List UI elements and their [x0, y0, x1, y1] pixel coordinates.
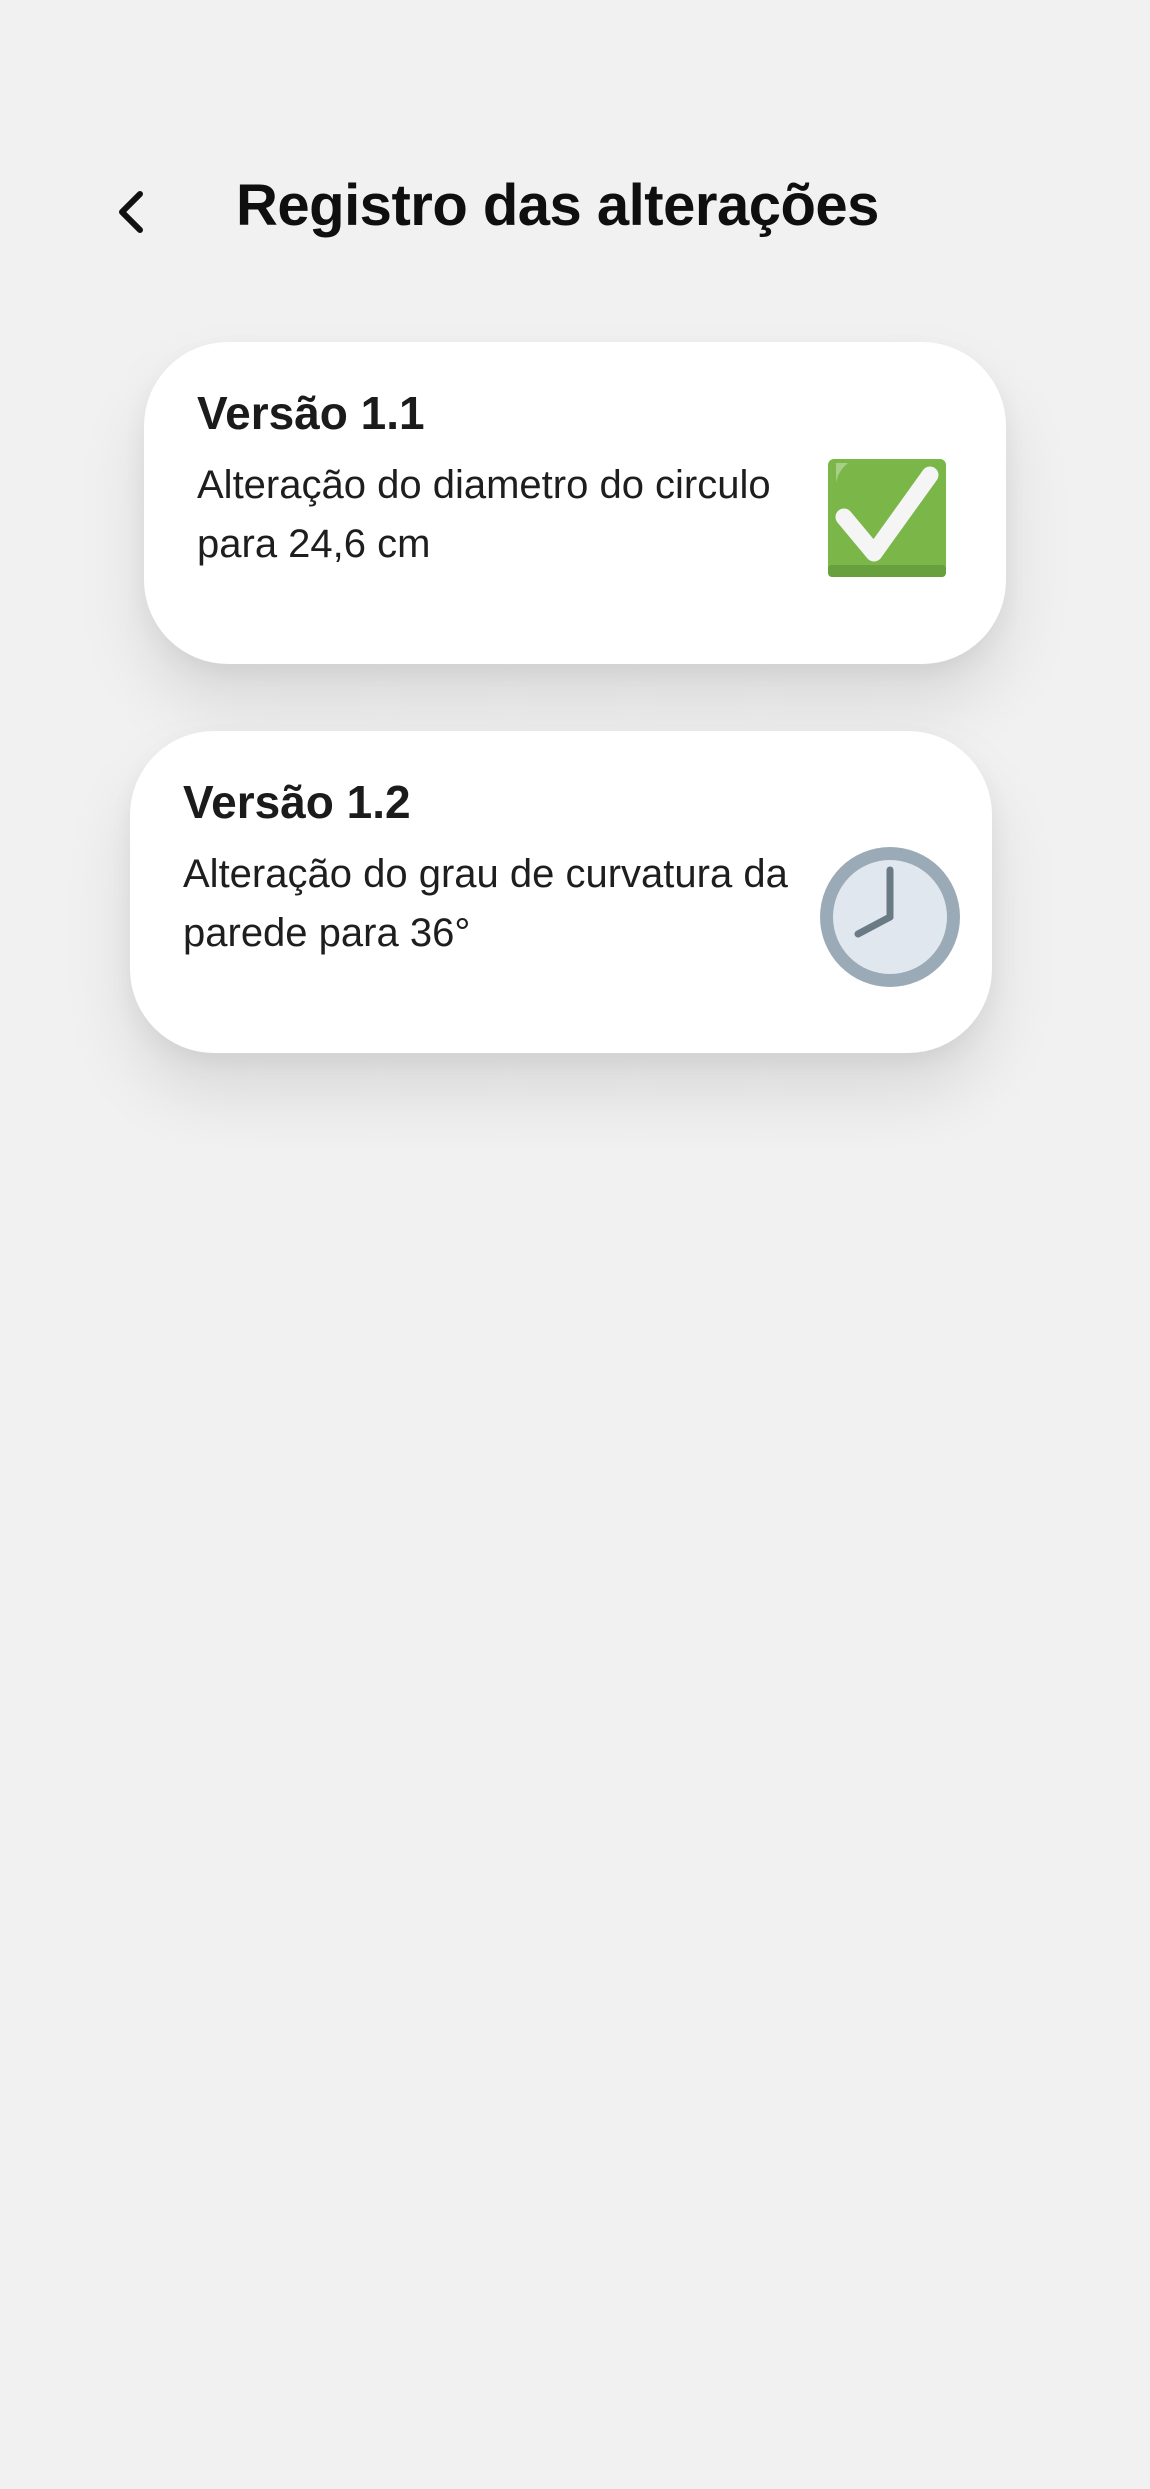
card-description: Alteração do diametro do circulo para 24… [197, 463, 771, 566]
card-version-title: Versão 1.1 [197, 387, 425, 439]
check-mark-icon [828, 459, 946, 577]
card-version-title: Versão 1.2 [183, 776, 411, 828]
chevron-left-icon [119, 191, 143, 233]
change-card-version-1-2[interactable]: Versão 1.2 Alteração do grau de curvatur… [130, 731, 992, 1053]
back-button[interactable] [100, 180, 164, 244]
card-description: Alteração do grau de curvatura da parede… [183, 852, 788, 955]
page-title: Registro das alterações [236, 173, 879, 238]
app-header: Registro das alterações [0, 160, 1150, 260]
change-card-version-1-1[interactable]: Versão 1.1 Alteração do diametro do circ… [144, 342, 1006, 664]
clock-icon [820, 847, 960, 987]
